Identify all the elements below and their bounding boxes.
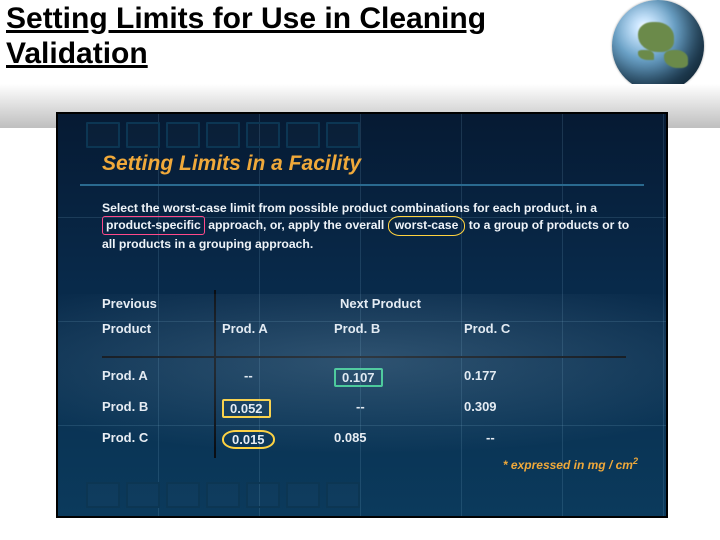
globe-icon xyxy=(612,0,704,92)
cell-c-a: 0.015 xyxy=(222,428,334,451)
highlight-green-box: 0.107 xyxy=(334,368,383,387)
panel-heading: Setting Limits in a Facility xyxy=(102,152,361,176)
panel-paragraph: Select the worst-case limit from possibl… xyxy=(102,200,632,252)
top-squares-ornament xyxy=(86,122,360,148)
row-c-label: Prod. C xyxy=(102,428,222,451)
worst-case-highlight: worst-case xyxy=(388,216,466,235)
row-header-2: Product xyxy=(102,315,222,342)
col-b: Prod. B xyxy=(334,315,464,342)
cell-b-b: -- xyxy=(334,397,464,420)
row-header-1: Previous xyxy=(102,296,222,315)
bottom-squares-ornament xyxy=(86,482,360,508)
highlight-yellow-ellipse: 0.015 xyxy=(222,430,275,449)
limits-table: Previous Next Product Product Prod. A Pr… xyxy=(102,296,626,342)
cell-b-c: 0.309 xyxy=(464,397,584,420)
cell-a-a: -- xyxy=(222,366,334,389)
content-panel: Setting Limits in a Facility Select the … xyxy=(56,112,668,518)
product-specific-highlight: product-specific xyxy=(102,216,205,234)
row-a-label: Prod. A xyxy=(102,366,222,389)
highlight-yellow-box: 0.052 xyxy=(222,399,271,418)
row-b-label: Prod. B xyxy=(102,397,222,420)
table-header-row2: Product Prod. A Prod. B Prod. C xyxy=(102,315,626,342)
slide: Setting Limits for Use in Cleaning Valid… xyxy=(0,0,720,540)
heading-rule xyxy=(80,184,644,186)
col-c: Prod. C xyxy=(464,315,584,342)
cell-a-c: 0.177 xyxy=(464,366,584,389)
col-group-header: Next Product xyxy=(334,296,584,315)
page-title: Setting Limits for Use in Cleaning Valid… xyxy=(6,2,600,71)
footnote: * expressed in mg / cm2 xyxy=(503,456,638,472)
table-row-divider xyxy=(102,356,626,358)
table-header-row1: Previous Next Product xyxy=(102,296,626,315)
cell-a-b: 0.107 xyxy=(334,366,464,389)
para-text-1: Select the worst-case limit from possibl… xyxy=(102,201,597,215)
table-body: Prod. A -- 0.107 0.177 Prod. B 0.052 -- … xyxy=(102,366,626,451)
cell-c-b: 0.085 xyxy=(334,428,464,451)
cell-b-a: 0.052 xyxy=(222,397,334,420)
para-text-2: approach, or, apply the overall xyxy=(208,218,387,232)
cell-c-c: -- xyxy=(464,428,584,451)
col-a: Prod. A xyxy=(222,315,334,342)
